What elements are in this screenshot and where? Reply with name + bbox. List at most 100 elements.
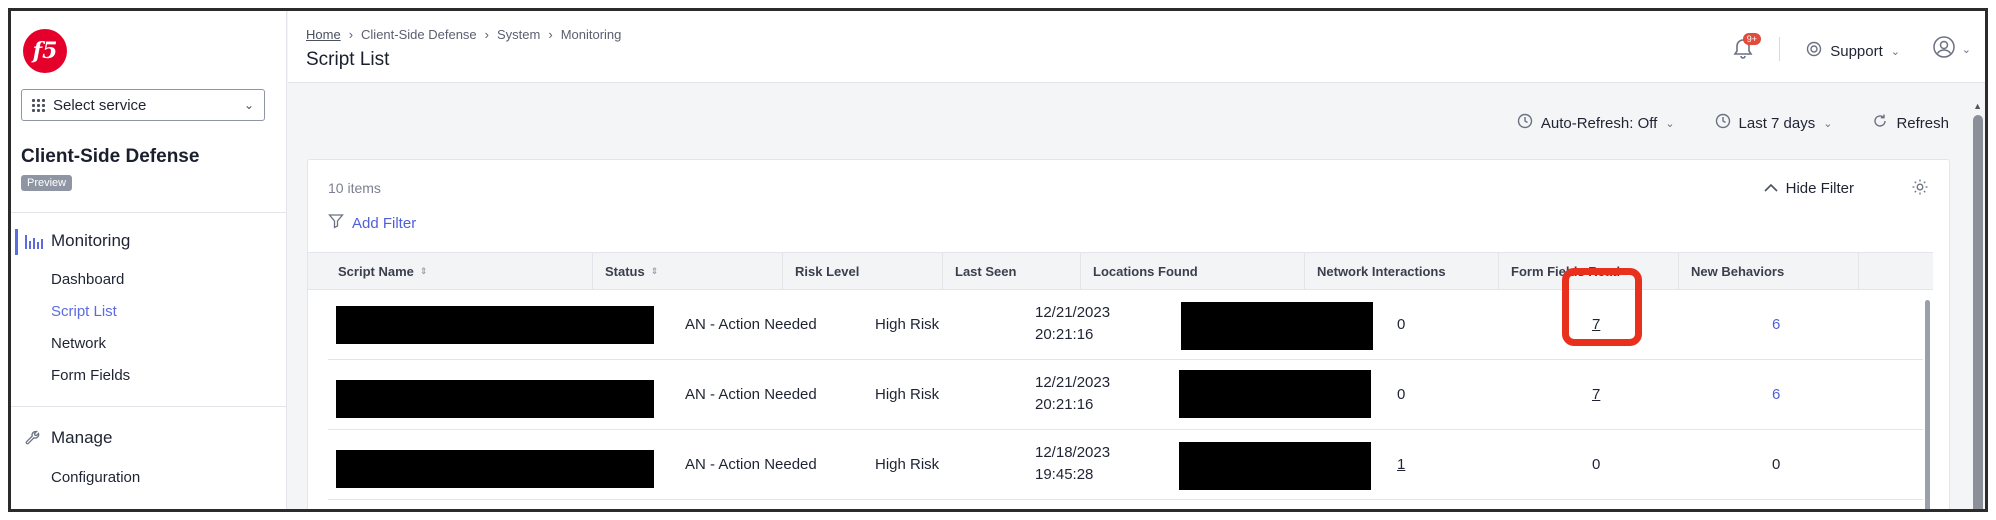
new-behaviors-link[interactable]: 6 (1772, 316, 1780, 333)
filter-icon (328, 213, 344, 233)
network-interactions-cell: 0 (1397, 386, 1406, 403)
auto-refresh-label: Auto-Refresh: Off (1540, 114, 1658, 132)
breadcrumb: Home › Client-Side Defense › System › Mo… (306, 27, 621, 42)
sort-icon: ⇕ (419, 265, 428, 276)
form-fields-read-link[interactable]: 7 (1592, 386, 1600, 403)
script-list-panel: 10 items Add Filter Hide Filter Script N… (307, 159, 1950, 509)
sidebar: f5 Select service ⌄ Client-Side Defense … (11, 11, 287, 509)
last-seen-time: 20:21:16 (1035, 396, 1094, 413)
select-service-dropdown[interactable]: Select service ⌄ (21, 89, 265, 121)
redacted-locations (1179, 442, 1371, 490)
risk-level-cell: High Risk (875, 456, 940, 473)
column-header-locations-found[interactable]: Locations Found (1081, 253, 1305, 289)
table-body: AN - Action Needed High Risk 12/21/2023 … (328, 290, 1923, 500)
refresh-button[interactable]: Refresh (1872, 113, 1949, 133)
hide-filter-label: Hide Filter (1785, 180, 1854, 197)
column-label: Script Name (338, 263, 414, 279)
risk-level-cell: High Risk (875, 316, 940, 333)
last-seen-date: 12/18/2023 (1035, 444, 1111, 461)
chevron-right-icon: › (348, 27, 354, 42)
breadcrumb-client-side-defense: Client-Side Defense (361, 27, 477, 42)
chevron-down-icon: ⌄ (243, 98, 254, 112)
user-avatar-icon (1932, 35, 1956, 64)
status-cell: AN - Action Needed (685, 456, 817, 473)
redacted-script-name (336, 450, 654, 488)
form-fields-read-cell: 0 (1592, 456, 1601, 473)
clock-icon (1517, 113, 1533, 133)
table-row[interactable]: AN - Action Needed High Risk 12/18/2023 … (328, 430, 1923, 500)
breadcrumb-home[interactable]: Home (306, 27, 341, 42)
chevron-down-icon: ⌄ (1665, 117, 1675, 130)
nav-group-manage-label: Manage (51, 428, 113, 447)
risk-level-cell: High Risk (875, 386, 940, 403)
preview-badge: Preview (21, 175, 73, 191)
page-scrollbar-thumb[interactable] (1973, 115, 1983, 509)
sidebar-divider (11, 406, 287, 407)
hide-filter-button[interactable]: Hide Filter (1764, 180, 1854, 197)
column-header-script-name[interactable]: Script Name ⇕ (308, 253, 593, 289)
column-header-spacer (1859, 253, 1933, 289)
chevron-down-icon: ⌄ (1890, 45, 1900, 58)
add-filter-button[interactable]: Add Filter (328, 213, 416, 233)
refresh-icon (1872, 113, 1888, 133)
sidebar-item-script-list[interactable]: Script List (51, 303, 117, 320)
nav-group-manage[interactable]: Manage (11, 426, 287, 452)
lifebuoy-icon (1806, 41, 1822, 61)
column-header-network-interactions[interactable]: Network Interactions (1305, 253, 1499, 289)
new-behaviors-link[interactable]: 6 (1772, 386, 1780, 403)
column-label: Status (605, 263, 645, 279)
column-header-new-behaviors[interactable]: New Behaviors (1679, 253, 1859, 289)
sidebar-item-network[interactable]: Network (51, 335, 106, 352)
chevron-down-icon: ⌄ (1823, 117, 1833, 130)
redacted-locations (1179, 370, 1371, 418)
sidebar-item-form-fields[interactable]: Form Fields (51, 367, 130, 384)
wrench-icon (25, 430, 41, 449)
header-divider (1779, 37, 1780, 61)
last-seen-time: 20:21:16 (1035, 326, 1094, 343)
redacted-locations (1181, 302, 1373, 350)
time-range-dropdown[interactable]: Last 7 days ⌄ (1715, 113, 1833, 133)
chevron-up-icon (1764, 180, 1778, 197)
scroll-up-arrow-icon[interactable]: ▲ (1973, 101, 1982, 111)
clock-icon (1715, 113, 1731, 133)
nav-group-monitoring-label: Monitoring (51, 231, 131, 250)
table-row[interactable]: AN - Action Needed High Risk 12/21/2023 … (328, 360, 1923, 430)
table-header: Script Name ⇕ Status ⇕ Risk Level Last S… (308, 252, 1933, 290)
select-service-label: Select service (53, 96, 147, 114)
refresh-label: Refresh (1896, 114, 1949, 132)
column-header-last-seen[interactable]: Last Seen (943, 253, 1081, 289)
items-count: 10 items (328, 180, 381, 196)
page-title: Script List (306, 49, 390, 70)
sidebar-divider (11, 212, 287, 213)
chevron-right-icon: › (484, 27, 489, 42)
notification-count-badge: 9+ (1742, 33, 1761, 45)
bar-chart-icon (25, 233, 43, 252)
chevron-right-icon: › (548, 27, 553, 42)
breadcrumb-monitoring: Monitoring (560, 27, 622, 42)
redacted-script-name (336, 380, 654, 418)
nav-group-monitoring[interactable]: Monitoring (11, 229, 287, 255)
gear-icon[interactable] (1911, 178, 1929, 201)
sort-icon: ⇕ (650, 265, 659, 276)
column-header-status[interactable]: Status ⇕ (593, 253, 783, 289)
time-range-label: Last 7 days (1738, 114, 1816, 132)
active-indicator (15, 229, 18, 255)
network-interactions-cell: 0 (1397, 316, 1406, 333)
support-menu[interactable]: Support ⌄ (1806, 41, 1900, 61)
user-menu[interactable]: ⌄ (1932, 35, 1971, 64)
auto-refresh-dropdown[interactable]: Auto-Refresh: Off ⌄ (1517, 113, 1675, 133)
status-cell: AN - Action Needed (685, 386, 817, 403)
redacted-script-name (336, 306, 654, 344)
support-label: Support (1830, 42, 1883, 60)
sidebar-item-configuration[interactable]: Configuration (51, 469, 140, 486)
table-scrollbar[interactable] (1925, 300, 1930, 509)
sidebar-item-dashboard[interactable]: Dashboard (51, 271, 124, 288)
network-interactions-link[interactable]: 1 (1397, 456, 1405, 473)
chevron-down-icon: ⌄ (1961, 44, 1971, 56)
new-behaviors-cell: 0 (1772, 456, 1781, 473)
table-row[interactable]: AN - Action Needed High Risk 12/21/2023 … (328, 290, 1923, 360)
column-header-risk-level[interactable]: Risk Level (783, 253, 943, 289)
last-seen-date: 12/21/2023 (1035, 374, 1111, 391)
top-header: Home › Client-Side Defense › System › Mo… (288, 11, 1985, 83)
add-filter-label: Add Filter (352, 214, 417, 232)
